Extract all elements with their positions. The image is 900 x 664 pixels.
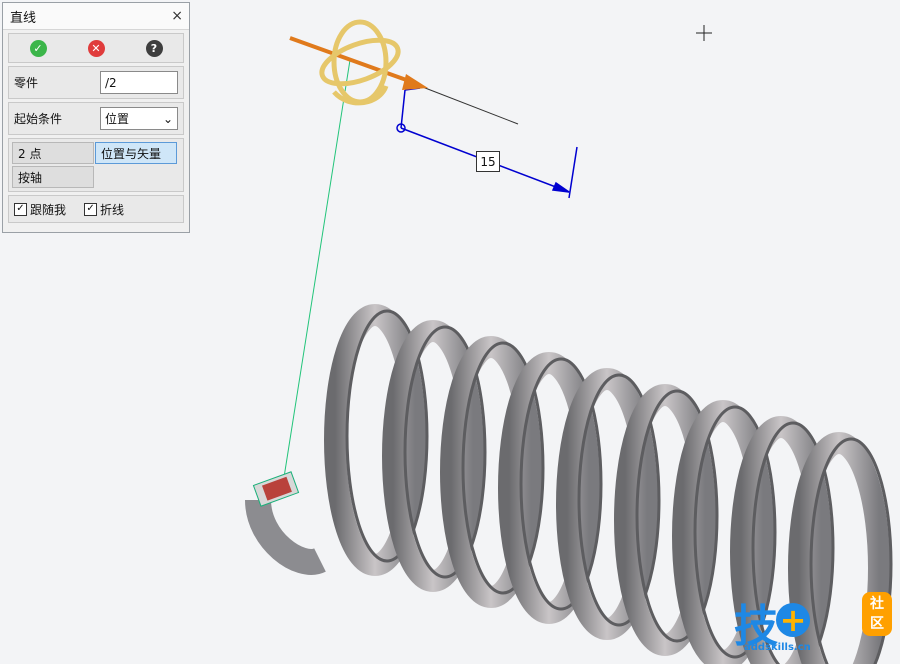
by-axis-button[interactable]: 按轴	[12, 166, 94, 188]
cancel-button[interactable]: ✕	[87, 39, 105, 57]
action-bar: ✓ ✕ ?	[8, 33, 184, 63]
x-circle-icon: ✕	[91, 41, 101, 55]
panel-title: 直线	[10, 10, 37, 26]
help-button[interactable]: ?	[145, 39, 163, 57]
two-point-button[interactable]: 2 点	[12, 142, 94, 164]
direction-line	[419, 85, 519, 125]
watermark-logo: 技 + 社区 addskills.cn	[734, 590, 892, 654]
part-input[interactable]: /2	[100, 71, 178, 94]
part-label: 零件	[14, 76, 39, 90]
panel-titlebar: 直线 ×	[3, 3, 189, 30]
badge-char-she: 社	[870, 596, 884, 612]
position-vector-button[interactable]: 位置与矢量	[95, 142, 177, 164]
checkbox-icon: ✓	[84, 202, 98, 216]
dimension-annotation[interactable]	[396, 87, 578, 199]
question-circle-icon: ?	[150, 41, 158, 55]
polyline-label: 折线	[100, 202, 125, 217]
part-row: 零件 /2	[8, 66, 184, 99]
dimension-value[interactable]: 15	[476, 151, 500, 172]
start-condition-value: 位置	[105, 112, 130, 126]
start-condition-row: 起始条件 位置 ⌄	[8, 102, 184, 135]
chevron-down-icon: ⌄	[162, 111, 173, 126]
checkbox-icon: ✓	[14, 202, 27, 216]
start-point-marker[interactable]	[252, 471, 300, 507]
close-icon[interactable]: ×	[171, 8, 183, 24]
start-condition-select[interactable]: 位置 ⌄	[100, 107, 178, 130]
line-command-panel: 直线 × ✓ ✕ ? 零件 /2 起始条件 位置 ⌄ 2 点 位置与矢量 按轴 …	[2, 2, 190, 233]
options-row: ✓ 跟随我 ✓ 折线	[8, 195, 184, 223]
check-circle-icon: ✓	[33, 41, 43, 55]
plus-icon: +	[776, 603, 810, 637]
mode-buttons: 2 点 位置与矢量 按轴	[8, 138, 184, 192]
follow-me-label: 跟随我	[30, 202, 67, 217]
start-condition-label: 起始条件	[14, 112, 63, 126]
watermark-url: addskills.cn	[744, 642, 811, 653]
logo-badge: 社区	[862, 592, 892, 636]
badge-char-qu: 区	[870, 616, 884, 632]
cursor-crosshair-icon	[696, 25, 712, 41]
follow-me-checkbox[interactable]: ✓ 跟随我	[14, 201, 66, 218]
ok-button[interactable]: ✓	[29, 39, 47, 57]
polyline-checkbox[interactable]: ✓ 折线	[84, 201, 124, 218]
